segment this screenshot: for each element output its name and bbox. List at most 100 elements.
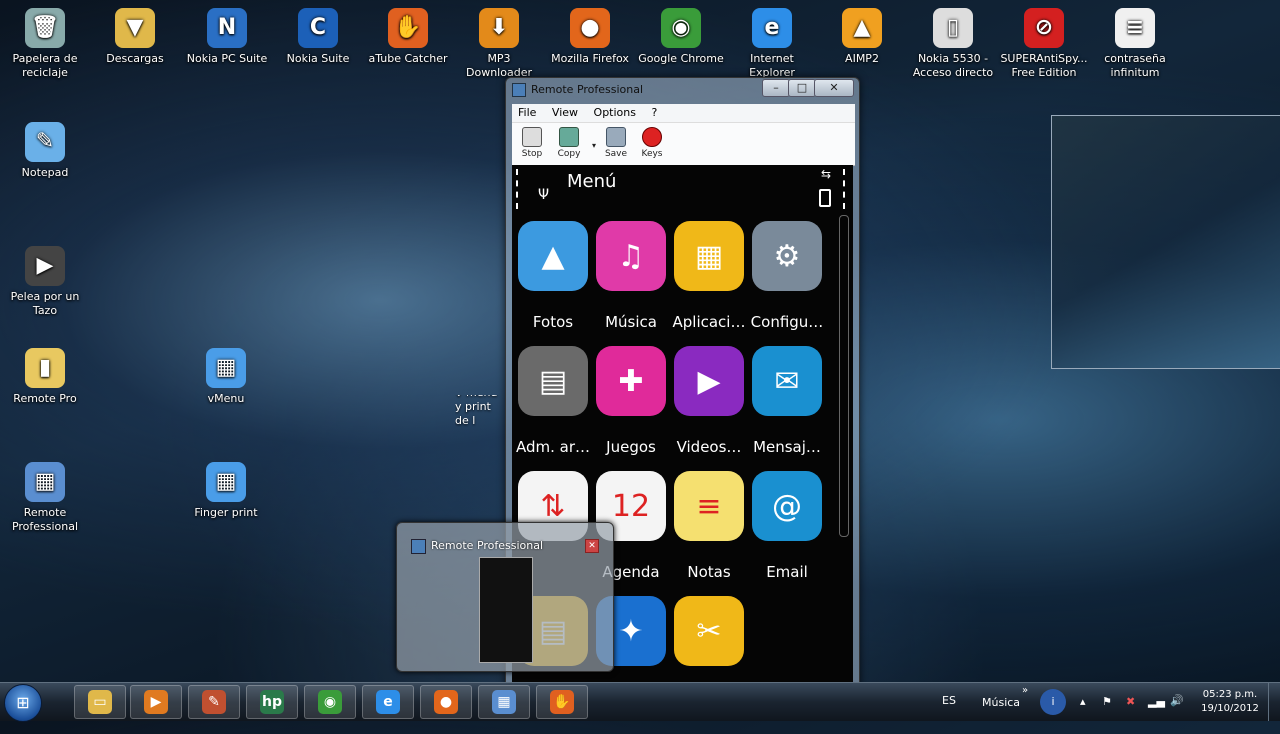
app-tile-3[interactable]: ⚙ [752, 221, 822, 291]
close-button[interactable]: ✕ [814, 79, 854, 97]
stop-button[interactable]: Stop [515, 127, 549, 159]
window-titlebar[interactable]: Remote Professional – □ ✕ [506, 78, 859, 100]
taskbar-media-player-button[interactable]: ▶ [130, 685, 182, 719]
top-8-icon: e [752, 8, 792, 48]
volume-icon[interactable]: 🔊 [1170, 694, 1184, 732]
keys-icon [642, 127, 662, 147]
top-3-icon: C [298, 8, 338, 48]
toolbar: Stop Copy ▾ Save Keys [512, 122, 855, 166]
top-4-label: aTube Catcher [368, 52, 448, 65]
left-2-desktop-icon[interactable]: ▮ Remote Pro [0, 348, 90, 406]
app-tile-7[interactable]: ✉ [752, 346, 822, 416]
music-toolbar-label[interactable]: Música [982, 696, 1020, 734]
app-tile-1[interactable]: ♫ [596, 221, 666, 291]
top-0-icon: 🗑 [25, 8, 65, 48]
top-8-glyph: e [752, 8, 792, 48]
clock[interactable]: 05:23 p.m. 19/10/2012 [1200, 688, 1260, 726]
app-tile-6[interactable]: ▶ [674, 346, 744, 416]
taskbar-firefox-button[interactable]: ● [420, 685, 472, 719]
app-tile-0[interactable]: ▲ [518, 221, 588, 291]
show-desktop-button[interactable] [1268, 683, 1280, 721]
top-0-desktop-icon[interactable]: 🗑 Papelera de reciclaje [0, 8, 90, 80]
expand-toolbar-icon[interactable]: » [1022, 685, 1028, 723]
top-1-desktop-icon[interactable]: ▼ Descargas [90, 8, 180, 66]
taskbar-remote-button[interactable]: ▦ [478, 685, 530, 719]
top-11-label: SUPERAntiSpy... Free Edition [1000, 52, 1088, 79]
language-indicator[interactable]: ES [942, 694, 956, 732]
top-11-desktop-icon[interactable]: ⊘ SUPERAntiSpy... Free Edition [999, 8, 1089, 80]
explorer-icon: ▭ [88, 690, 112, 714]
taskbar-paint-button[interactable]: ✎ [188, 685, 240, 719]
top-9-desktop-icon[interactable]: ▲ AIMP2 [817, 8, 907, 66]
left-1-glyph: ▶ [25, 246, 65, 286]
top-6-desktop-icon[interactable]: ● Mozilla Firefox [545, 8, 635, 66]
minimize-button[interactable]: – [762, 79, 790, 97]
keys-button[interactable]: Keys [635, 127, 669, 159]
top-9-label: AIMP2 [845, 52, 879, 65]
taskbar-ie-button[interactable]: e [362, 685, 414, 719]
top-9-glyph: ▲ [842, 8, 882, 48]
left-2-glyph: ▮ [25, 348, 65, 388]
menu-view[interactable]: View [546, 104, 584, 121]
top-10-label: Nokia 5530 - Acceso directo [912, 52, 994, 79]
app-tile-2[interactable]: ▦ [674, 221, 744, 291]
app-tile-11[interactable]: @ [752, 471, 822, 541]
taskbar-chrome-button[interactable]: ◉ [304, 685, 356, 719]
maximize-button[interactable]: □ [788, 79, 816, 97]
top-2-label: Nokia PC Suite [186, 52, 268, 65]
left-3-desktop-icon[interactable]: ▦ Remote Professional [0, 462, 90, 534]
battery-icon [819, 189, 831, 207]
app-tile-10[interactable]: ≡ [674, 471, 744, 541]
top-3-glyph: C [298, 8, 338, 48]
network-icon[interactable]: ▂▄ [1148, 695, 1165, 733]
top-2-glyph: N [207, 8, 247, 48]
start-button[interactable]: ⊞ [4, 684, 42, 722]
left-0-desktop-icon[interactable]: ✎ Notepad [0, 122, 90, 180]
taskbar-hp-button[interactable]: hp [246, 685, 298, 719]
mid-0-glyph: ▦ [206, 348, 246, 388]
ie-icon: e [376, 690, 400, 714]
mid-0-label: vMenu [207, 392, 245, 405]
top-6-glyph: ● [570, 8, 610, 48]
phone-scrollbar[interactable] [839, 215, 849, 537]
app-tile-4[interactable]: ▤ [518, 346, 588, 416]
flag-icon[interactable]: ⚑ [1102, 695, 1112, 733]
mid-0-desktop-icon[interactable]: ▦ vMenu [181, 348, 271, 406]
menu-help[interactable]: ? [645, 104, 663, 121]
taskbar-thumbnail-preview[interactable]: Remote Professional ✕ [396, 522, 614, 672]
left-1-desktop-icon[interactable]: ▶ Pelea por un Tazo [0, 246, 90, 318]
mid-1-desktop-icon[interactable]: ▦ Finger print [181, 462, 271, 520]
menu-options[interactable]: Options [588, 104, 642, 121]
security-icon[interactable]: ✖ [1126, 695, 1135, 733]
partial-desktop-label[interactable]: V menu y print de l [455, 395, 507, 428]
desktop-gadget-panel [1051, 115, 1280, 369]
signal-icon: Ψ [538, 187, 550, 203]
copy-button[interactable]: Copy [552, 127, 586, 159]
top-2-desktop-icon[interactable]: N Nokia PC Suite [182, 8, 272, 66]
top-5-desktop-icon[interactable]: ⬇ MP3 Downloader [454, 8, 544, 80]
thumbnail-window-image[interactable] [479, 557, 533, 663]
app-tile-5[interactable]: ✚ [596, 346, 666, 416]
top-3-desktop-icon[interactable]: C Nokia Suite [273, 8, 363, 66]
app-label-3: Configu… [750, 313, 824, 331]
top-7-desktop-icon[interactable]: ◉ Google Chrome [636, 8, 726, 66]
top-4-desktop-icon[interactable]: ✋ aTube Catcher [363, 8, 453, 66]
copy-dropdown-arrow[interactable]: ▾ [590, 141, 598, 150]
taskbar-explorer-button[interactable]: ▭ [74, 685, 126, 719]
top-4-glyph: ✋ [388, 8, 428, 48]
top-8-desktop-icon[interactable]: e Internet Explorer [727, 8, 817, 80]
left-0-label: Notepad [21, 166, 69, 179]
top-6-label: Mozilla Firefox [551, 52, 629, 65]
app-label-6: Videos… [676, 438, 742, 456]
top-12-desktop-icon[interactable]: ≡ contraseña infinitum [1090, 8, 1180, 80]
thumbnail-close-icon[interactable]: ✕ [585, 539, 599, 553]
top-10-desktop-icon[interactable]: ▯ Nokia 5530 - Acceso directo [908, 8, 998, 80]
phone-menu-title: Menú [567, 171, 617, 192]
taskbar-atube-button[interactable]: ✋ [536, 685, 588, 719]
app-tile-14[interactable]: ✂ [674, 596, 744, 666]
tray-overflow-icon[interactable]: ▴ [1080, 695, 1086, 733]
info-icon[interactable]: i [1040, 689, 1066, 715]
save-button[interactable]: Save [599, 127, 633, 159]
menu-file[interactable]: File [512, 104, 542, 121]
top-5-icon: ⬇ [479, 8, 519, 48]
